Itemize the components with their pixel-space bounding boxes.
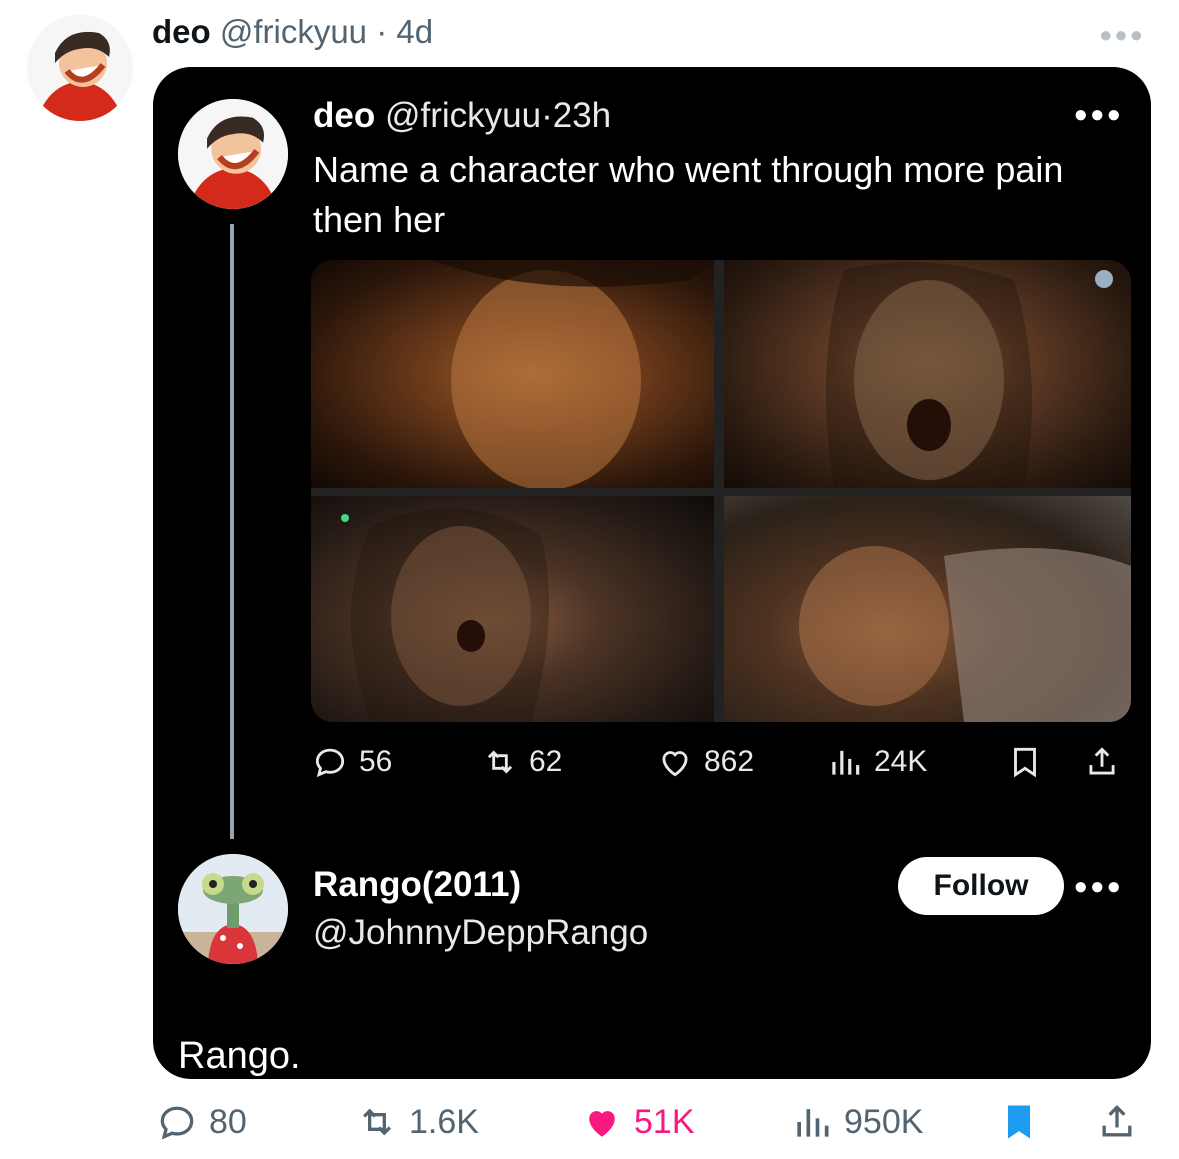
like-count: 51K [634,1102,695,1141]
media-image [311,496,714,722]
outer-time[interactable]: 4d [396,13,433,50]
reply-icon [160,1106,194,1140]
quoted-views-count: 24K [874,745,928,778]
quoted-like-count: 862 [704,745,755,778]
quoted-more-icon: ●●● [1073,101,1123,128]
quoted-handle: @frickyuu [384,96,542,135]
media-image [724,260,1131,488]
media-image [724,496,1131,722]
quoted-bookmark [1006,743,1044,781]
outer-action-bar: 80 1.6K 51K 950K [155,1100,1155,1150]
views-icon [832,750,860,775]
outer-handle[interactable]: @frickyuu [220,13,367,50]
quoted-post-header: deo @frickyuu·23h [313,95,611,137]
quoted-repost-count: 62 [529,745,563,778]
outer-more-icon[interactable]: ●●● [1099,22,1145,48]
repost-button[interactable]: 1.6K [355,1100,479,1144]
share-button[interactable] [1095,1100,1139,1144]
outer-separator: · [376,13,388,50]
reply-count: 80 [209,1102,247,1141]
thread-line [230,224,234,839]
media-grid [311,260,1131,722]
reply-text: Rango. [178,1035,301,1077]
embedded-screenshot: deo @frickyuu·23h ●●● Name a character w… [153,67,1151,1079]
share-icon [1089,747,1115,775]
bookmark-button[interactable] [997,1100,1041,1144]
repost-count: 1.6K [409,1102,479,1141]
like-icon [662,751,688,777]
video-indicator [1095,270,1113,288]
reply-account-handle: @JohnnyDeppRango [313,913,649,952]
quoted-separator: · [541,96,553,135]
outer-post-header: deo @frickyuu · 4d [152,12,433,52]
like-button[interactable]: 51K [580,1100,695,1144]
reply-icon [315,748,345,778]
quoted-reply-stat: 56 [311,743,392,781]
quoted-repost-stat: 62 [481,743,562,781]
reply-more-icon: ●●● [1073,873,1123,900]
views-count: 950K [844,1102,924,1141]
quoted-display-name: deo [313,96,376,135]
media-image [311,260,714,488]
quoted-like-stat: 862 [656,743,754,781]
quoted-time: 23h [552,96,612,135]
reply-account-name: Rango(2011) [313,865,522,904]
quoted-avatar [178,99,288,209]
share-icon [1102,1104,1132,1137]
reply-account-avatar [178,854,288,964]
bookmark-icon [1014,747,1036,778]
repost-icon [362,1108,392,1136]
like-icon [589,1111,615,1137]
status-light [341,514,349,522]
quoted-reply-count: 56 [359,745,393,778]
follow-button: Follow [898,857,1064,915]
bookmark-icon [1008,1105,1030,1139]
reply-button[interactable]: 80 [155,1100,247,1144]
outer-avatar[interactable] [27,15,133,121]
quoted-post-text: Name a character who went through more p… [313,149,1064,240]
repost-icon [487,750,513,774]
views-icon [797,1109,829,1137]
quoted-share [1083,743,1121,781]
quoted-views-stat: 24K [826,743,927,781]
quoted-action-bar: 56 62 862 24K [311,743,1131,791]
views-button[interactable]: 950K [790,1100,923,1144]
outer-display-name[interactable]: deo [152,13,211,50]
